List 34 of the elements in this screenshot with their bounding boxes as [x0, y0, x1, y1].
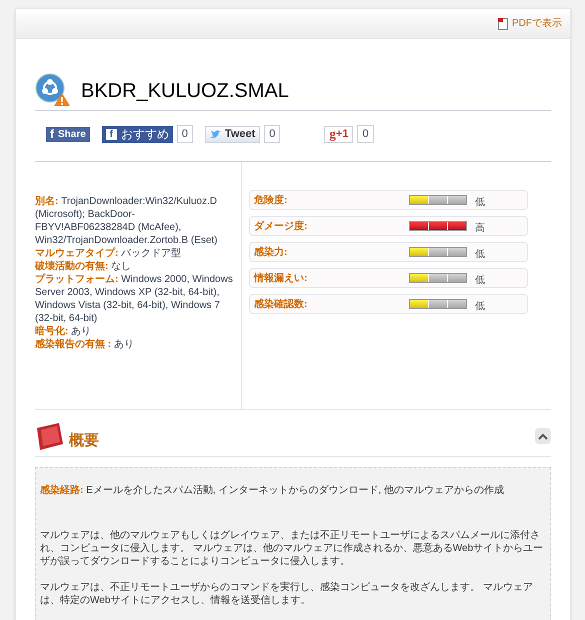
detail-text: 別名: TrojanDownloader:Win32/Kuluoz.D (Microsoft); BackDoor-FBYV!ABF06238284D (McAfee), Win32/TrojanDownloader.Zortob.B (Eset)	[35, 195, 218, 247]
collapse-button[interactable]	[535, 428, 551, 444]
detail-text: マルウェアタイプ: バックドア型	[35, 247, 182, 260]
share-count: 0	[357, 125, 374, 143]
plus-one-button[interactable]: g+1	[324, 126, 354, 142]
rating-label: ダメージ度:	[254, 219, 308, 234]
detail-text: 破壊活動の有無: なし	[35, 260, 132, 273]
detail-text: 暗号化: あり	[35, 325, 92, 338]
rating-label: 危険度:	[254, 193, 288, 208]
overview-paragraph: マルウェアは、他のマルウェアもしくはグレイウェア、または不正リモートユーザによるスパムメールに添付され、コンピュータに侵入します。 マルウェアは、他のマルウェアに作成されるか、悪意あるWebサイトからユーザが誤ってダウンロードすることによりコンピュータに侵入します。	[40, 529, 544, 568]
pdf-icon	[498, 18, 508, 30]
rating-label: 感染力:	[254, 246, 288, 260]
tweet-button[interactable]: Tweet	[204, 126, 260, 142]
infection-label: 感染経路:	[40, 485, 84, 496]
facebook-share-button[interactable]: f Share	[46, 126, 90, 142]
share-count: 0	[176, 125, 193, 143]
bird-icon	[210, 130, 221, 138]
malware-title: BKDR_KULUOZ.SMAL	[81, 79, 289, 104]
rating-value: 低	[475, 248, 485, 262]
pdf-link[interactable]: PDFで表示	[498, 16, 562, 31]
detail-text: プラットフォーム: Windows 2000, Windows Server 2003, Windows XP (32-bit, 64-bit), Windows Vista (32-bit, 64-bit), Windows 7 (32-bit, 64-bit)	[35, 273, 233, 325]
rating-value: 高	[475, 222, 485, 236]
share-count: 0	[264, 125, 280, 143]
rating-value: 低	[475, 274, 485, 288]
infection-value: Eメールを介したスパム活動, インターネットからのダウンロード, 他のマルウェアからの作成	[86, 485, 504, 496]
section-title: 概要	[69, 430, 99, 450]
overview-paragraph: マルウェアは、不正リモートユーザからのコマンドを実行し、感染コンピュータを改ざんします。 マルウェアは、特定のWebサイトにアクセスし、情報を送受信します。	[40, 581, 534, 607]
rating-label: 情報漏えい:	[254, 272, 308, 286]
rating-value: 低	[475, 300, 485, 314]
recommend-button[interactable]: f おすすめ	[102, 126, 173, 142]
rating-label: 感染確認数:	[254, 298, 308, 312]
chevron-up-icon	[538, 432, 548, 440]
detail-text: 感染報告の有無 : あり	[35, 338, 135, 351]
rating-value: 低	[475, 196, 485, 210]
